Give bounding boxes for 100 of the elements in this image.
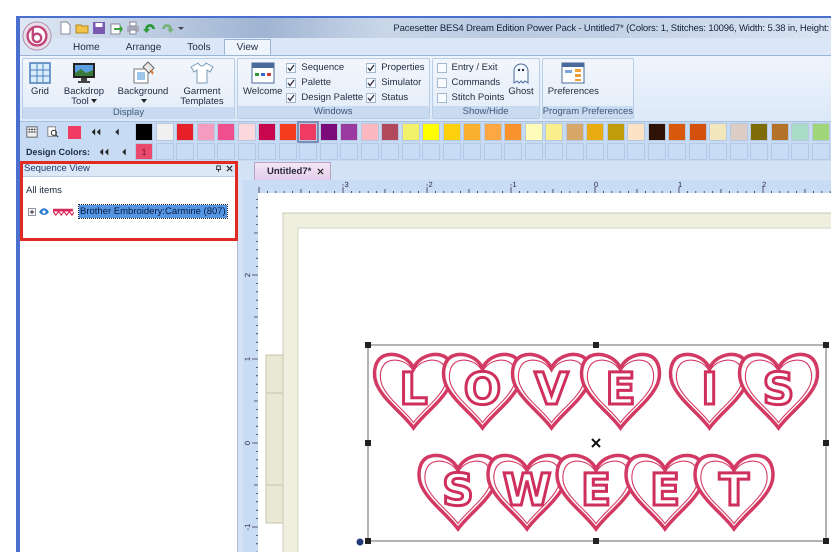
checkbox[interactable] (286, 92, 296, 102)
grid-icon[interactable] (26, 126, 38, 138)
empty-color-slot[interactable] (442, 143, 460, 160)
color-swatch[interactable] (504, 123, 522, 141)
checkbox-label[interactable]: Palette (301, 77, 331, 88)
selection-handle[interactable] (593, 538, 599, 544)
empty-color-slot[interactable] (196, 143, 214, 160)
ribbon-button[interactable]: Welcome (242, 61, 284, 97)
color-swatch[interactable] (484, 123, 502, 141)
empty-color-slot[interactable] (402, 143, 420, 160)
empty-color-slot[interactable] (422, 143, 440, 160)
selection-handle[interactable] (823, 538, 829, 544)
pin-icon[interactable] (215, 165, 222, 172)
color-swatch[interactable] (135, 123, 153, 141)
empty-color-slot[interactable] (299, 143, 317, 160)
selection-handle[interactable] (365, 440, 371, 446)
empty-color-slot[interactable] (360, 143, 378, 160)
empty-color-slot[interactable] (688, 143, 706, 160)
color-swatch[interactable] (217, 123, 235, 141)
color-swatch[interactable] (340, 123, 358, 141)
checkbox[interactable] (436, 62, 447, 72)
selection-handle[interactable] (593, 342, 599, 348)
checkbox[interactable] (436, 78, 447, 88)
checkbox-label[interactable]: Entry / Exit (452, 62, 498, 73)
empty-color-slot[interactable] (320, 143, 338, 160)
color-swatch[interactable] (156, 123, 174, 141)
color-swatch[interactable] (402, 123, 420, 141)
selection-handle[interactable] (365, 342, 371, 348)
color-swatch[interactable] (176, 123, 194, 141)
color-swatch[interactable] (360, 123, 378, 141)
checkbox-label[interactable]: Properties (381, 62, 425, 73)
empty-color-slot[interactable] (566, 143, 584, 160)
color-swatch[interactable] (381, 123, 399, 141)
ribbon-tab[interactable]: View (224, 39, 272, 55)
color-swatch[interactable] (299, 123, 317, 141)
empty-color-slot[interactable] (217, 143, 235, 160)
color-swatch[interactable] (258, 123, 276, 141)
checkbox[interactable] (286, 62, 296, 72)
empty-color-slot[interactable] (524, 143, 542, 160)
checkbox-label[interactable]: Status (381, 92, 408, 103)
undo-icon[interactable] (143, 21, 157, 35)
checkbox[interactable] (366, 78, 376, 88)
current-color-swatch[interactable] (68, 126, 81, 138)
empty-color-slot[interactable] (770, 143, 788, 160)
color-swatch[interactable] (688, 123, 706, 141)
empty-color-slot[interactable] (545, 143, 563, 160)
color-swatch[interactable] (812, 123, 830, 141)
empty-color-slot[interactable] (606, 143, 624, 160)
search-icon[interactable] (47, 126, 59, 138)
checkbox[interactable] (436, 92, 447, 102)
checkbox-label[interactable]: Stitch Points (452, 92, 504, 103)
empty-color-slot[interactable] (340, 143, 358, 160)
checkbox-label[interactable]: Sequence (301, 62, 344, 73)
empty-color-slot[interactable] (709, 143, 727, 160)
ribbon-button[interactable]: Preferences (546, 61, 600, 97)
empty-color-slot[interactable] (278, 143, 296, 160)
document-tab-label[interactable]: Untitled7* (267, 166, 312, 177)
empty-color-slot[interactable] (463, 143, 481, 160)
color-swatch[interactable] (750, 123, 768, 141)
empty-color-slot[interactable] (484, 143, 502, 160)
double-left-arrow-icon[interactable] (98, 146, 110, 158)
color-swatch[interactable] (648, 123, 666, 141)
eye-icon[interactable] (38, 206, 50, 216)
export-icon[interactable] (109, 21, 123, 35)
ribbon-tab[interactable]: Arrange (112, 39, 174, 55)
rotation-handle[interactable] (356, 538, 364, 546)
color-swatch[interactable] (586, 123, 604, 141)
expand-toggle-icon[interactable] (28, 208, 36, 216)
color-swatch[interactable] (422, 123, 440, 141)
checkbox[interactable] (366, 92, 376, 102)
color-swatch[interactable] (770, 123, 788, 141)
ribbon-tab[interactable]: Tools (174, 39, 224, 55)
close-icon[interactable] (226, 165, 233, 172)
ribbon-button[interactable]: Backdrop Tool (56, 61, 112, 107)
caret-icon[interactable] (177, 24, 185, 32)
color-swatch[interactable] (320, 123, 338, 141)
empty-color-slot[interactable] (176, 143, 194, 160)
color-swatch[interactable] (709, 123, 727, 141)
new-file-icon[interactable] (58, 21, 72, 35)
color-swatch[interactable] (668, 123, 686, 141)
empty-color-slot[interactable] (750, 143, 768, 160)
color-swatch[interactable] (606, 123, 624, 141)
empty-color-slot[interactable] (627, 143, 645, 160)
checkbox-label[interactable]: Commands (452, 77, 500, 88)
empty-color-slot[interactable] (812, 143, 830, 160)
close-icon[interactable] (317, 168, 324, 175)
color-swatch[interactable] (627, 123, 645, 141)
tree-item[interactable]: Brother Embroidery:Carmine (807) (79, 205, 227, 218)
empty-color-slot[interactable] (381, 143, 399, 160)
double-left-arrow-icon[interactable] (90, 126, 102, 138)
ribbon-button[interactable]: Garment Templates (174, 61, 230, 107)
ribbon-tab[interactable]: Home (60, 39, 113, 55)
save-icon[interactable] (92, 21, 106, 35)
empty-color-slot[interactable] (238, 143, 256, 160)
document-tab[interactable]: Untitled7* (254, 162, 332, 180)
color-swatch[interactable] (730, 123, 748, 141)
color-swatch[interactable] (196, 123, 214, 141)
checkbox-label[interactable]: Design Palette (301, 92, 364, 103)
ribbon-button[interactable]: Ghost (507, 61, 535, 97)
selection-handle[interactable] (823, 342, 829, 348)
